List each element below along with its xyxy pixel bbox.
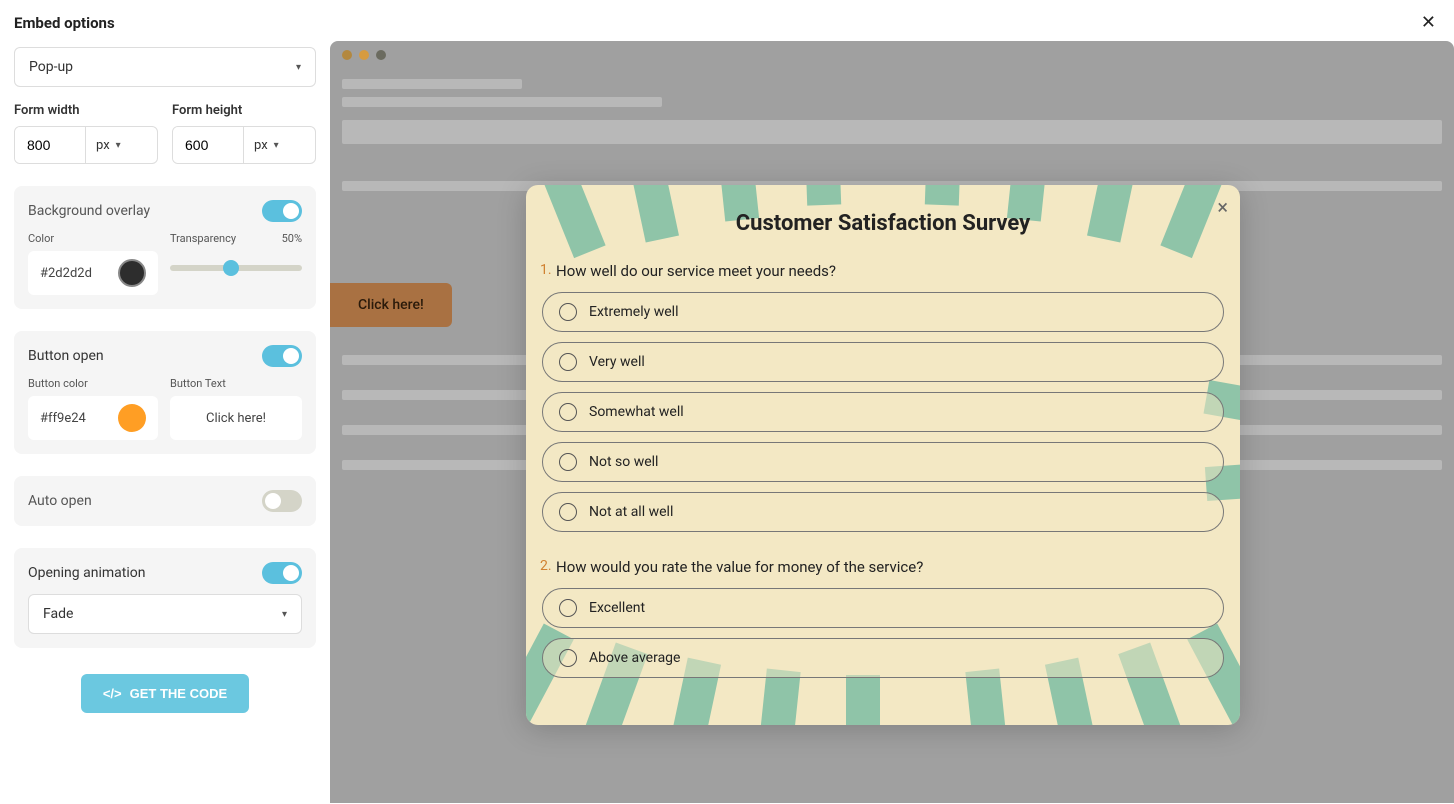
animation-title: Opening animation [28,565,145,581]
chevron-down-icon: ▾ [274,140,279,151]
auto-open-card: Auto open [14,476,316,526]
preview-open-button[interactable]: Click here! [330,283,452,327]
animation-toggle[interactable] [262,562,302,584]
form-height-unit-select[interactable]: px ▾ [243,127,289,163]
radio-icon [559,303,577,321]
survey-option[interactable]: Somewhat well [542,392,1224,432]
radio-icon [559,599,577,617]
form-width-label: Form width [14,103,158,118]
radio-icon [559,649,577,667]
auto-open-toggle[interactable] [262,490,302,512]
embed-type-select[interactable]: Pop-up ▾ [14,47,316,87]
button-color-label: Button color [28,377,158,390]
options-sidebar: Pop-up ▾ Form width px ▾ Form height [0,41,330,803]
page-title: Embed options [14,14,115,32]
form-width-unit-select[interactable]: px ▾ [85,127,131,163]
chevron-down-icon: ▾ [116,140,121,151]
button-open-card: Button open Button color #ff9e24 Button … [14,331,316,454]
bg-overlay-title: Background overlay [28,203,150,219]
bg-overlay-toggle[interactable] [262,200,302,222]
radio-icon [559,503,577,521]
color-swatch-icon [118,404,146,432]
close-icon[interactable]: ✕ [1417,12,1440,33]
transparency-value: 50% [282,232,302,251]
form-width-input[interactable] [15,127,85,163]
color-swatch-icon [118,259,146,287]
form-height-label: Form height [172,103,316,118]
question-number: 2. [540,558,552,574]
survey-option[interactable]: Not at all well [542,492,1224,532]
button-color-picker[interactable]: #ff9e24 [28,396,158,440]
window-controls-icon [342,50,386,60]
button-text-input[interactable]: Click here! [170,396,302,440]
button-text-label: Button Text [170,377,302,390]
question-text: How would you rate the value for money o… [556,558,1224,576]
transparency-label: Transparency [170,232,236,245]
transparency-slider[interactable] [170,265,302,271]
question-number: 1. [540,262,552,278]
survey-option[interactable]: Extremely well [542,292,1224,332]
animation-select[interactable]: Fade ▾ [28,594,302,634]
skeleton-line [342,79,522,89]
skeleton-line [342,120,1442,144]
survey-option[interactable]: Very well [542,342,1224,382]
chevron-down-icon: ▾ [282,609,287,620]
bg-color-picker[interactable]: #2d2d2d [28,251,158,295]
question-1: 1. How well do our service meet your nee… [542,262,1224,532]
background-overlay-card: Background overlay Color #2d2d2d Transpa… [14,186,316,309]
auto-open-title: Auto open [28,493,92,509]
survey-title: Customer Satisfaction Survey [526,211,1240,236]
bg-color-label: Color [28,232,158,245]
survey-option[interactable]: Above average [542,638,1224,678]
embed-type-value: Pop-up [29,59,73,75]
button-open-toggle[interactable] [262,345,302,367]
code-icon: </> [103,686,122,701]
survey-option[interactable]: Excellent [542,588,1224,628]
radio-icon [559,353,577,371]
radio-icon [559,453,577,471]
form-height-input[interactable] [173,127,243,163]
radio-icon [559,403,577,421]
slider-thumb[interactable] [223,260,239,276]
chevron-down-icon: ▾ [296,62,301,73]
question-2: 2. How would you rate the value for mone… [542,558,1224,678]
question-text: How well do our service meet your needs? [556,262,1224,280]
survey-close-icon[interactable]: × [1217,195,1228,219]
preview-pane: Click here! [330,41,1454,803]
survey-option[interactable]: Not so well [542,442,1224,482]
animation-card: Opening animation Fade ▾ [14,548,316,648]
survey-popup: × Customer Satisfaction Survey 1. How we… [526,185,1240,725]
skeleton-line [342,97,662,107]
button-open-title: Button open [28,348,104,364]
get-code-button[interactable]: </> GET THE CODE [81,674,249,713]
